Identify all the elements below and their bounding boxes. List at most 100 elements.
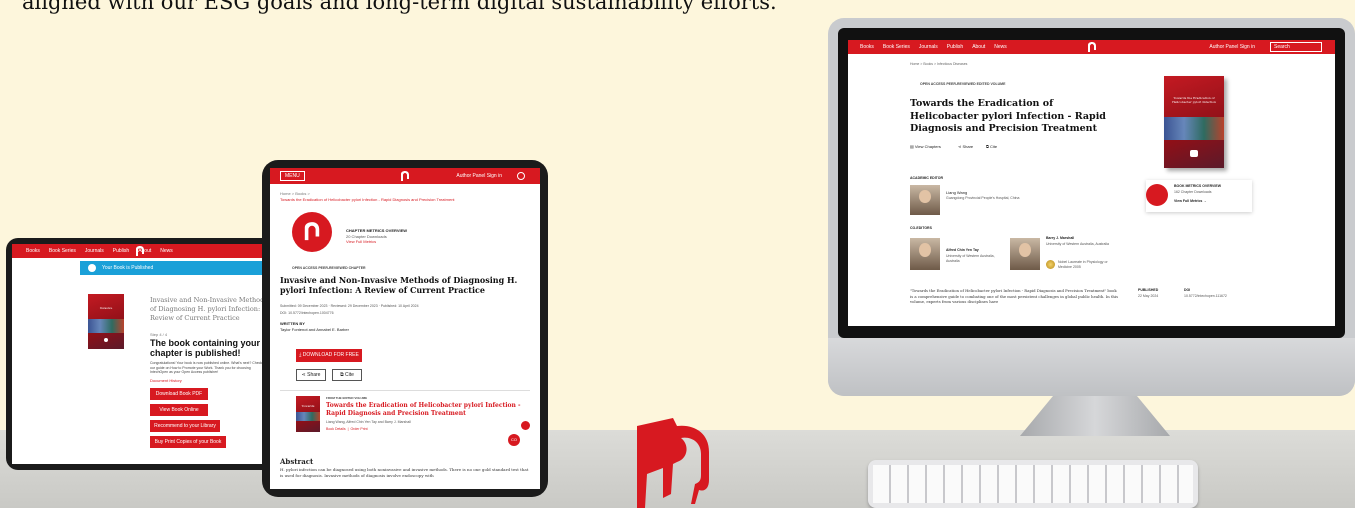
arrow-right-icon: →: [1202, 199, 1207, 203]
keyboard: [868, 460, 1198, 508]
coeditor1-photo[interactable]: [910, 238, 940, 270]
coeditor1-affiliation: University of Western Australia, Austral…: [946, 254, 995, 263]
academic-editor-label: ACADEMIC EDITOR: [910, 176, 943, 180]
coeditor2-affiliation: University of Western Australia, Austral…: [1046, 242, 1109, 246]
share-link[interactable]: ⋖ Share: [958, 144, 973, 149]
desktop-screen: Books Book Series Journals Publish About…: [848, 40, 1335, 326]
breadcrumb[interactable]: Home > Books > Infectious Diseases: [910, 62, 967, 66]
editor-affiliation: Guangdong Provincial People's Hospital, …: [946, 196, 1020, 200]
nav-publish[interactable]: Publish: [947, 44, 963, 50]
cite-label: Cite: [989, 144, 998, 149]
published-label: PUBLISHED: [1138, 288, 1159, 292]
tablet-middle-screen: MENU Author Panel Sign in Home > Books >…: [270, 168, 540, 489]
volume-links[interactable]: Book Details | Order Print: [326, 427, 368, 431]
search-input[interactable]: Search: [1270, 42, 1322, 52]
tablet-left-screen: Books Book Series Journals Publish About…: [12, 244, 268, 464]
cite-fab[interactable]: CO: [508, 434, 520, 446]
chapter-authors[interactable]: Taylor Fontenot and Annabel E. Barber: [280, 327, 349, 332]
coeditor2-name[interactable]: Barry J. Marshall: [1046, 236, 1074, 240]
book-title: Invasive and Non-Invasive Methods of Dia…: [150, 296, 268, 322]
coeditor1-name[interactable]: Alfred Chin Yen Tay: [946, 248, 979, 252]
nav-publish[interactable]: Publish: [113, 248, 129, 254]
breadcrumb-link[interactable]: Towards the Eradication of Helicobacter …: [280, 197, 455, 202]
view-chapters-label: View Chapters: [914, 144, 941, 149]
monitor-bezel: Books Book Series Journals Publish About…: [838, 28, 1345, 338]
author-panel-link[interactable]: Author Panel Sign in: [456, 173, 502, 179]
nav-news[interactable]: News: [160, 248, 173, 254]
document-history-link[interactable]: Document History: [150, 378, 182, 383]
nav-news[interactable]: News: [994, 44, 1007, 50]
menu-button[interactable]: MENU: [280, 171, 305, 181]
tablet-left: Books Book Series Journals Publish About…: [6, 238, 274, 470]
monitor-chin: [828, 338, 1355, 396]
nav-about[interactable]: About: [972, 44, 985, 50]
cite-button[interactable]: ⧉ Cite: [332, 369, 362, 381]
buy-print-copies-button[interactable]: Buy Print Copies of your Book: [150, 436, 226, 448]
chapter-doi[interactable]: DOI: 10.5772/intechopen.1004776: [280, 311, 334, 315]
download-label: DOWNLOAD FOR FREE: [302, 352, 359, 358]
download-book-pdf-button[interactable]: Download Book PDF: [150, 388, 208, 400]
cite-label: Cite: [345, 372, 354, 378]
help-fab[interactable]: [521, 421, 530, 430]
step-indicator: Step 4 / 4: [150, 332, 168, 337]
coeditors-label: CO-EDITORS: [910, 226, 932, 230]
volume-cover[interactable]: Towards: [296, 396, 320, 432]
divider: [280, 390, 530, 391]
intechopen-logo-icon[interactable]: [135, 245, 145, 257]
nav-book-series[interactable]: Book Series: [883, 44, 910, 50]
tablet-middle: MENU Author Panel Sign in Home > Books >…: [262, 160, 548, 497]
published-value: 22 May 2024: [1138, 294, 1159, 298]
abstract-text: H. pylori infection can be diagnosed usi…: [280, 467, 529, 478]
view-full-metrics-link[interactable]: View Full Metrics →: [1174, 199, 1207, 203]
coeditor2-photo[interactable]: [1010, 238, 1040, 270]
intechopen-logo-icon: [304, 222, 320, 241]
published-banner: Your Book is Published: [80, 261, 268, 275]
top-nav: Books Book Series Journals Publish About…: [12, 244, 268, 258]
nav-books[interactable]: Books: [860, 44, 874, 50]
published-body: Congratulations! Your book is now publis…: [150, 361, 268, 374]
book-cover[interactable]: Invasive: [88, 294, 124, 349]
monitor-stand: [1020, 396, 1170, 436]
breadcrumb: Home > Books >: [280, 191, 310, 196]
headline: aligned with our ESG goals and long-term…: [22, 0, 777, 14]
chapter-metrics-circle[interactable]: [292, 212, 332, 252]
book-cover[interactable]: Towards the Eradication of Helicobacter …: [1164, 76, 1224, 168]
intechopen-logo-icon[interactable]: [400, 170, 410, 182]
cite-link[interactable]: ⧉ Cite: [986, 144, 997, 149]
banner-text: Your Book is Published: [102, 265, 154, 271]
intechopen-logo-icon: [637, 418, 709, 508]
top-nav: MENU Author Panel Sign in: [270, 168, 540, 184]
download-for-free-button[interactable]: ⤓ DOWNLOAD FOR FREE: [296, 349, 362, 362]
published-heading: The book containing your chapter is publ…: [150, 338, 260, 358]
editor-photo[interactable]: [910, 185, 940, 215]
recommend-library-button[interactable]: Recommend to your Library: [150, 420, 220, 432]
author-panel-link[interactable]: Author Panel Sign in: [1209, 44, 1255, 50]
nav-right: Author Panel Sign in: [456, 172, 540, 180]
nobel-medal-icon: [1046, 260, 1055, 269]
view-book-online-button[interactable]: View Book Online: [150, 404, 208, 416]
share-button[interactable]: ⋖ Share: [296, 369, 326, 381]
chapter-title: Invasive and Non-Invasive Methods of Dia…: [280, 275, 518, 295]
nav-books[interactable]: Books: [26, 248, 40, 254]
nav-journals[interactable]: Journals: [85, 248, 104, 254]
top-nav: Books Book Series Journals Publish About…: [848, 40, 1335, 54]
metrics-downloads: 162 Chapter Downloads: [1174, 190, 1212, 194]
doi-value[interactable]: 10.5772/intechopen.111672: [1184, 294, 1227, 298]
editor-name[interactable]: Liang Wang: [946, 190, 967, 195]
metrics-heading: CHAPTER METRICS OVERVIEW: [346, 228, 408, 233]
written-by-label: WRITTEN BY: [280, 321, 305, 326]
doi-label: DOI: [1184, 288, 1191, 292]
share-label: Share: [962, 144, 974, 149]
volume-title[interactable]: Towards the Eradication of Helicobacter …: [326, 402, 526, 417]
nav-journals[interactable]: Journals: [919, 44, 938, 50]
search-icon[interactable]: [517, 172, 525, 180]
intechopen-logo-icon[interactable]: [1087, 41, 1097, 53]
nav-book-series[interactable]: Book Series: [49, 248, 76, 254]
volume-editors: Liang Wang, Alfred Chin Yen Tay and Barr…: [326, 420, 411, 424]
check-icon: [88, 264, 96, 272]
book-title: Towards the Eradication of Helicobacter …: [910, 98, 1106, 134]
view-chapters-link[interactable]: ▤ View Chapters: [910, 144, 941, 149]
abstract-heading: Abstract: [280, 457, 314, 466]
book-abstract: "Towards the Eradication of Helicobacter…: [910, 288, 1119, 304]
metrics-link[interactable]: View Full Metrics: [346, 239, 376, 244]
